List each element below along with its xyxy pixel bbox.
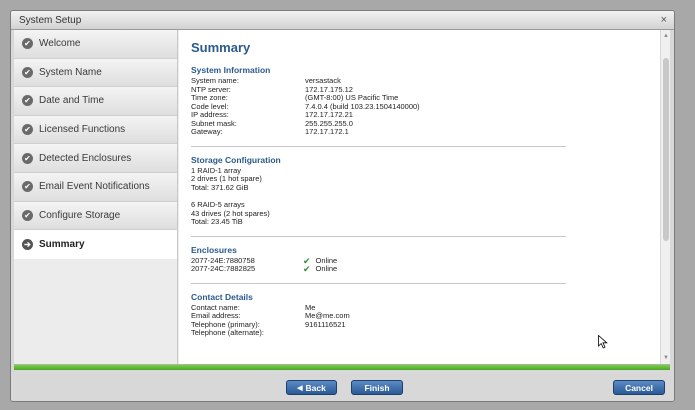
mouse-cursor-icon xyxy=(598,335,608,349)
sidebar-item-label: Date and Time xyxy=(39,95,105,107)
arrow-circle-icon: ➔ xyxy=(22,238,33,250)
scroll-down-icon[interactable]: ▼ xyxy=(663,355,669,361)
close-icon[interactable]: × xyxy=(661,14,667,26)
sidebar-item-label: Welcome xyxy=(39,38,81,50)
dialog-footer: ◀ Back Finish Cancel xyxy=(11,371,674,401)
check-circle-icon: ✔ xyxy=(22,66,33,78)
sidebar-item-welcome[interactable]: ✔ Welcome xyxy=(14,30,177,59)
summary-panel: Summary System Information System name: v… xyxy=(179,30,670,364)
sidebar-item-label: Email Event Notifications xyxy=(39,181,150,193)
contact-row: Telephone (alternate): xyxy=(191,328,651,338)
section-divider xyxy=(191,282,566,284)
info-row: Subnet mask: 255.255.255.0 xyxy=(191,119,651,129)
section-title-storage-configuration: Storage Configuration xyxy=(191,154,281,165)
scroll-up-icon[interactable]: ▲ xyxy=(663,33,669,39)
info-row: System name: versastack xyxy=(191,76,651,86)
back-button[interactable]: ◀ Back xyxy=(286,380,337,395)
setup-progress-bar xyxy=(14,364,670,370)
storage-line: Total: 23.45 TiB xyxy=(191,217,243,226)
system-setup-dialog: System Setup × ✔ Welcome ✔ System Name ✔… xyxy=(10,10,675,402)
storage-line: 43 drives (2 hot spares) xyxy=(191,208,270,218)
check-circle-icon: ✔ xyxy=(22,152,33,164)
sidebar-item-licensed-functions[interactable]: ✔ Licensed Functions xyxy=(14,115,177,145)
check-circle-icon: ✔ xyxy=(22,181,33,193)
cancel-button-label: Cancel xyxy=(625,382,653,393)
info-value: 172.17.172.1 xyxy=(305,127,349,136)
cancel-button[interactable]: Cancel xyxy=(613,380,665,395)
dialog-body: ✔ Welcome ✔ System Name ✔ Date and Time … xyxy=(14,30,670,364)
info-row: IP address: 172.17.172.21 xyxy=(191,110,651,120)
sidebar-item-system-name[interactable]: ✔ System Name xyxy=(14,58,177,88)
storage-line: Total: 371.62 GiB xyxy=(191,182,249,192)
info-row: Gateway: 172.17.172.1 xyxy=(191,127,651,137)
sidebar-item-configure-storage[interactable]: ✔ Configure Storage xyxy=(14,201,177,231)
section-title-contact-details: Contact Details xyxy=(191,291,253,302)
vertical-scrollbar[interactable]: ▲ ▼ xyxy=(660,30,670,364)
back-button-label: Back xyxy=(305,382,326,393)
check-circle-icon: ✔ xyxy=(22,38,33,50)
enclosure-status: Online xyxy=(315,264,338,273)
info-label: Gateway: xyxy=(191,127,223,136)
check-circle-icon: ✔ xyxy=(22,124,33,136)
section-title-enclosures: Enclosures xyxy=(191,244,237,255)
sidebar-item-email-event-notifications[interactable]: ✔ Email Event Notifications xyxy=(14,172,177,202)
sidebar-item-summary[interactable]: ➔ Summary xyxy=(14,230,177,259)
scrollbar-thumb[interactable] xyxy=(663,58,669,241)
section-divider xyxy=(191,145,566,147)
info-row: NTP server: 172.17.175.12 xyxy=(191,85,651,95)
page-title: Summary xyxy=(191,40,251,55)
finish-button-label: Finish xyxy=(364,382,390,393)
section-divider xyxy=(191,235,566,237)
back-arrow-icon: ◀ xyxy=(297,384,303,392)
storage-line: 2 drives (1 hot spare) xyxy=(191,174,262,183)
info-row: Time zone: (GMT-8:00) US Pacific Time xyxy=(191,93,651,103)
sidebar-item-label: Detected Enclosures xyxy=(39,152,132,164)
enclosure-row: 2077-24E:7880758 ✔ Online xyxy=(191,256,651,266)
enclosure-row: 2077-24C:7882825 ✔ Online xyxy=(191,264,651,274)
contact-label: Telephone (alternate): xyxy=(191,328,264,337)
title-bar: System Setup × xyxy=(11,11,674,30)
enclosure-id: 2077-24C:7882825 xyxy=(191,264,256,273)
sidebar-item-label: Licensed Functions xyxy=(39,124,126,136)
checkmark-icon: ✔ xyxy=(303,264,311,274)
sidebar-item-label: System Name xyxy=(39,66,102,78)
contact-row: Contact name: Me xyxy=(191,303,651,313)
sidebar-item-label: Configure Storage xyxy=(39,209,121,221)
contact-row: Email address: Me@me.com xyxy=(191,311,651,321)
wizard-steps-sidebar: ✔ Welcome ✔ System Name ✔ Date and Time … xyxy=(14,30,178,364)
dialog-title: System Setup xyxy=(19,14,82,26)
contact-value: 9161116521 xyxy=(305,319,346,329)
finish-button[interactable]: Finish xyxy=(351,380,403,395)
sidebar-item-date-and-time[interactable]: ✔ Date and Time xyxy=(14,87,177,116)
check-circle-icon: ✔ xyxy=(22,95,33,107)
sidebar-item-detected-enclosures[interactable]: ✔ Detected Enclosures xyxy=(14,144,177,173)
section-title-system-information: System Information xyxy=(191,65,271,75)
progress-fill xyxy=(14,365,670,370)
info-row: Code level: 7.4.0.4 (build 103.23.1504140… xyxy=(191,102,651,112)
check-circle-icon: ✔ xyxy=(22,209,33,221)
sidebar-item-label: Summary xyxy=(39,238,85,250)
